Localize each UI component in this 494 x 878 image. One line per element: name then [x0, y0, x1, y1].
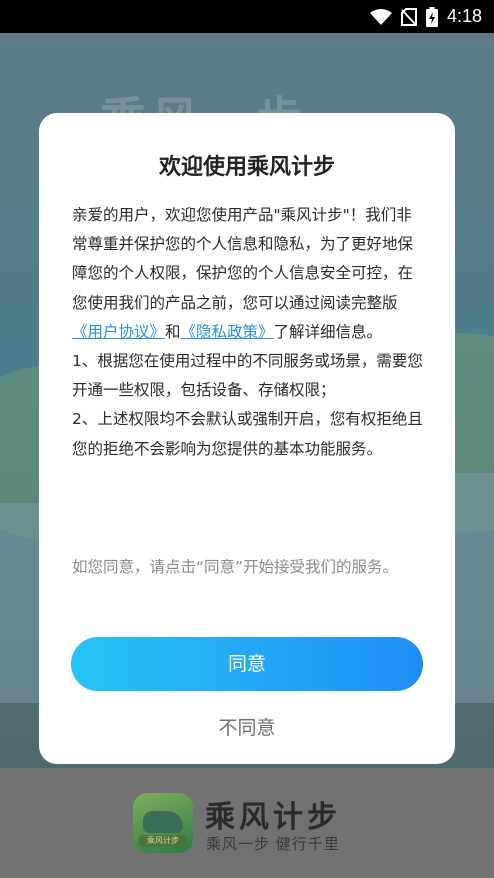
clock: 4:18	[446, 6, 482, 26]
user-agreement-link[interactable]: 《用户协议》	[72, 323, 165, 341]
agree-button[interactable]: 同意	[71, 637, 423, 691]
shoe-icon	[143, 811, 183, 833]
disagree-button[interactable]: 不同意	[39, 713, 455, 743]
privacy-policy-link[interactable]: 《隐私政策》	[181, 323, 274, 341]
intro-text: 亲爱的用户，欢迎您使用产品"乘风计步"！我们非常尊重并保护您的个人信息和隐私，为…	[72, 206, 414, 312]
battery-charging-icon	[425, 6, 438, 27]
intro-paragraph: 亲爱的用户，欢迎您使用产品"乘风计步"！我们非常尊重并保护您的个人信息和隐私，为…	[72, 201, 427, 347]
no-sim-icon	[400, 7, 417, 26]
app-logo: 乘风计步	[133, 793, 193, 853]
dialog-title: 欢迎使用乘风计步	[158, 155, 335, 180]
permission-item-1: 1、根据您在使用过程中的不同服务或场景，需要您开通一些权限，包括设备、存储权限；	[72, 352, 423, 400]
consent-hint: 如您同意，请点击“同意”开始接受我们的服务。	[72, 558, 399, 576]
privacy-dialog: 欢迎使用乘风计步 亲爱的用户，欢迎您使用产品"乘风计步"！我们非常尊重并保护您的…	[39, 113, 455, 764]
background-building	[0, 503, 40, 703]
brand-name: 乘风计步	[205, 800, 341, 835]
brand-slogan: 乘风一步 健行千里	[206, 835, 340, 853]
dialog-body[interactable]: 亲爱的用户，欢迎您使用产品"乘风计步"！我们非常尊重并保护您的个人信息和隐私，为…	[72, 201, 427, 533]
wifi-icon	[369, 8, 392, 25]
background-building	[455, 473, 494, 703]
logo-tag: 乘风计步	[139, 835, 187, 847]
intro-text-end: 了解详细信息。	[273, 322, 383, 341]
permission-item-2: 2、上述权限均不会默认或强制开启，您有权拒绝且您的拒绝不会影响为您提供的基本功能…	[72, 410, 423, 458]
conjunction-text: 和	[165, 322, 181, 341]
status-bar: 4:18	[0, 0, 494, 33]
